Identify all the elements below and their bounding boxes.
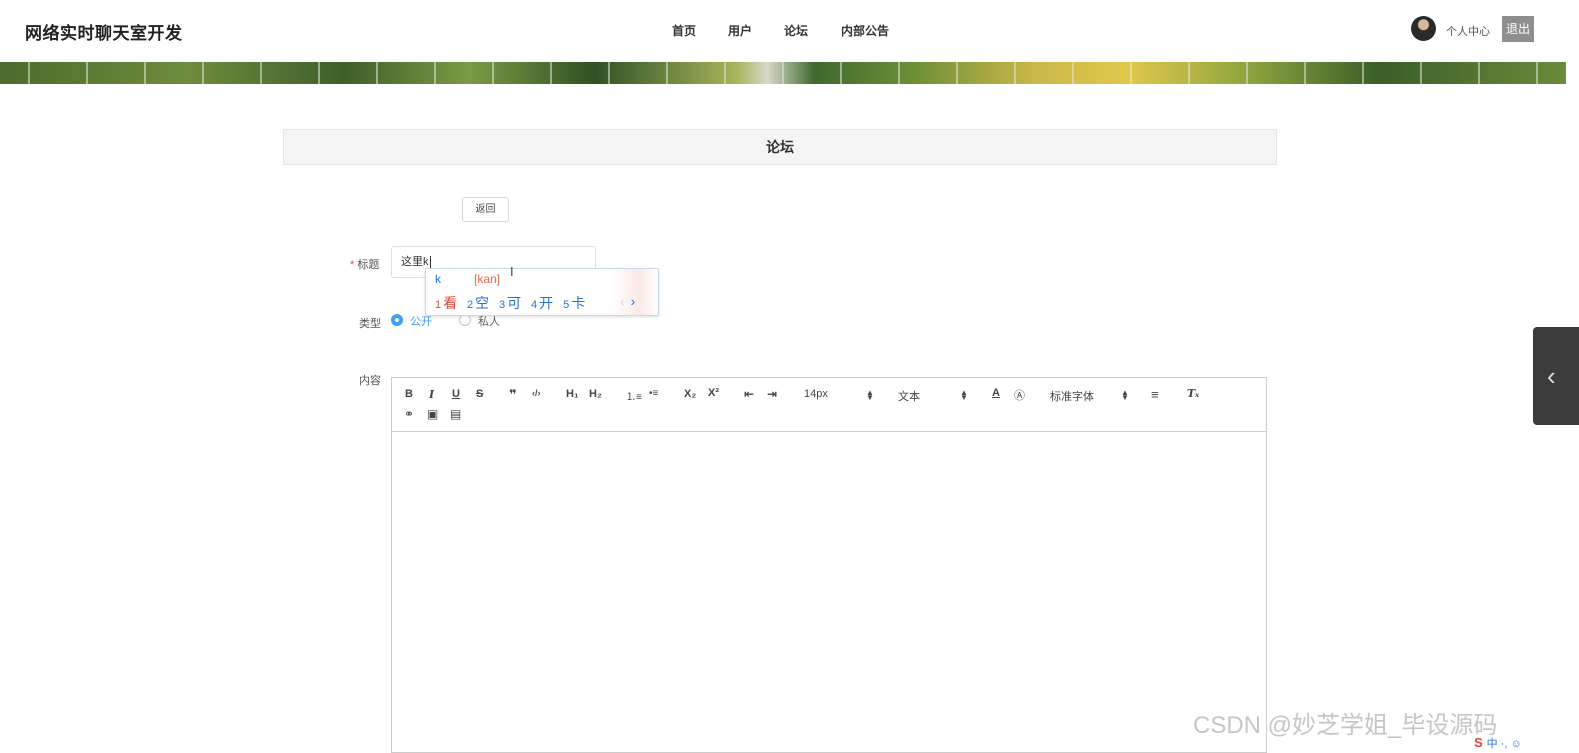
bullet-list-icon[interactable]: •≡ [649,388,658,399]
ordered-list-icon[interactable]: ⒈≡ [626,388,642,403]
indent-icon[interactable]: ⇥ [767,387,777,401]
page-title: 论坛 [283,129,1277,165]
title-input-value: 这里k [401,256,429,268]
background-color-icon[interactable]: Ⓐ [1014,387,1025,403]
ime-candidate-popup: k [kan] 1看 2空 3可 4开 5卡 ‹ › [425,268,659,316]
nav-item-users[interactable]: 用户 [728,22,752,39]
title-label-text: 标题 [357,259,380,271]
ime-candidate[interactable]: 3可 [499,295,521,311]
editor-toolbar: B I U S ❞ ‹/› H₁ H₂ ⒈≡ •≡ X₂ X² ⇤ ⇥ 14px… [392,378,1266,432]
select-arrows-icon: ▲ ▼ [960,388,968,402]
text-caret [429,255,431,269]
title-label: * 标题 [350,256,379,272]
chevron-left-icon: ‹ [1547,361,1556,391]
header-select[interactable]: 文本 [898,388,920,404]
video-icon[interactable]: ▤ [450,407,461,421]
user-center-link[interactable]: 个人中心 [1446,23,1490,39]
nav-item-home[interactable]: 首页 [672,22,696,39]
required-mark: * [350,259,355,271]
header-1-button[interactable]: H₁ [566,388,579,400]
code-block-icon[interactable]: ‹/› [532,388,541,398]
ime-candidate[interactable]: 1看 [435,295,457,311]
ime-candidate[interactable]: 2空 [467,295,489,311]
select-arrows-icon: ▲ ▼ [1121,388,1129,402]
font-color-icon[interactable]: A [992,387,1000,399]
font-family-select[interactable]: 标准字体 [1050,388,1094,404]
top-navbar: 网络实时聊天室开发 首页 用户 论坛 内部公告 个人中心 退出 [0,0,1579,62]
blockquote-icon[interactable]: ❞ [509,387,517,403]
ime-typed-text: k [435,272,441,286]
site-title: 网络实时聊天室开发 [25,24,183,43]
ime-candidates: 1看 2空 3可 4开 5卡 [435,293,591,313]
outdent-icon[interactable]: ⇤ [744,387,754,401]
strike-button[interactable]: S [476,388,483,400]
clear-format-icon[interactable]: Tₓ [1187,387,1199,400]
nav-item-forum[interactable]: 论坛 [784,22,808,39]
type-label: 类型 [359,318,381,330]
header-2-button[interactable]: H₂ [589,388,602,400]
ime-candidate[interactable]: 4开 [531,295,553,311]
ime-mode: 中 ·, ☺ [1486,738,1522,750]
chevron-right-icon[interactable]: › [631,293,636,309]
subscript-button[interactable]: X₂ [684,388,696,400]
select-arrows-icon: ▲ ▼ [866,388,874,402]
nav-item-announcements[interactable]: 内部公告 [841,22,889,39]
ime-page-nav: ‹ › [620,293,635,309]
side-panel-toggle[interactable]: ‹ [1533,327,1579,425]
ime-candidate[interactable]: 5卡 [563,295,585,311]
content-label: 内容 [359,375,381,387]
ime-status-bar: S中 ·, ☺ [1474,735,1522,751]
bold-button[interactable]: B [405,388,413,400]
sogou-logo-icon: S [1474,735,1483,750]
chevron-left-icon[interactable]: ‹ [620,293,625,309]
align-icon[interactable]: ≡ [1151,387,1159,402]
font-size-select[interactable]: 14px [804,388,828,400]
back-button[interactable]: 返回 [462,197,509,222]
avatar[interactable] [1411,16,1436,41]
image-icon[interactable]: ▣ [427,407,438,421]
banner-image [0,62,1566,84]
ime-pinyin: [kan] [474,272,501,286]
editor-content-area[interactable] [392,432,1266,752]
radio-dot-checked [391,314,403,326]
i-beam-cursor-icon: I [510,264,514,279]
watermark: CSDN @妙芝学姐_毕设源码 [1193,712,1498,739]
rich-text-editor: B I U S ❞ ‹/› H₁ H₂ ⒈≡ •≡ X₂ X² ⇤ ⇥ 14px… [391,377,1267,753]
logout-button[interactable]: 退出 [1502,16,1534,42]
superscript-button[interactable]: X² [708,387,719,399]
underline-button[interactable]: U [452,388,460,400]
link-icon[interactable]: ⚭ [404,407,414,421]
italic-button[interactable]: I [429,388,434,401]
